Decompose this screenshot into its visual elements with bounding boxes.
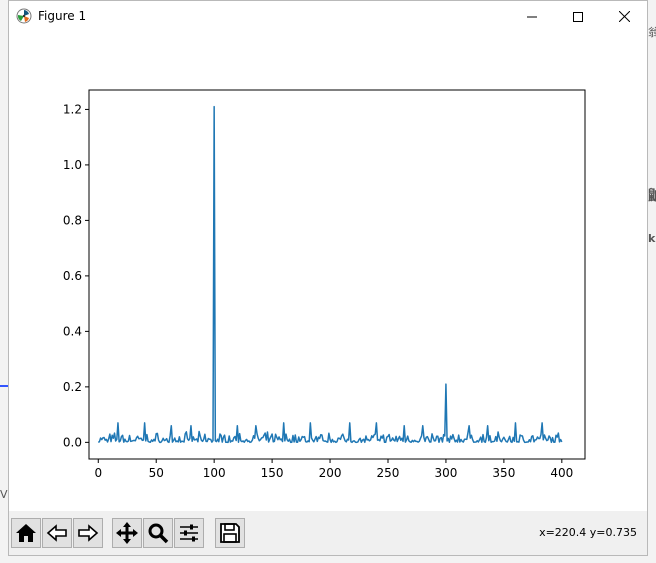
figure-window: Figure 1 0 50 100 150 200 250 300 350 400 0.0 0.2… — [8, 0, 648, 556]
y-tick-label: 0.4 — [63, 324, 82, 338]
x-tick-label: 250 — [377, 466, 400, 480]
background-line — [0, 385, 8, 387]
pan-icon — [116, 522, 138, 544]
background-glyph: 翁 — [648, 26, 656, 39]
line-chart[interactable]: 0 50 100 150 200 250 300 350 400 0.0 0.2 0.4 0.6 0.8… — [9, 32, 647, 511]
x-tick-label: 100 — [203, 466, 226, 480]
y-tick-label: 1.2 — [63, 102, 82, 116]
maximize-icon — [573, 11, 583, 22]
x-tick-label: 200 — [319, 466, 342, 480]
minimize-icon — [527, 16, 537, 17]
close-button[interactable] — [601, 1, 647, 32]
back-button[interactable] — [42, 518, 72, 548]
matplotlib-logo-icon — [16, 8, 32, 24]
x-tick-label: 0 — [94, 466, 102, 480]
x-axis: 0 50 100 150 200 250 300 350 400 — [94, 459, 573, 480]
forward-button[interactable] — [73, 518, 103, 548]
home-icon — [16, 524, 36, 542]
background-glyph: 鼬 — [648, 188, 656, 204]
series-line — [97, 105, 563, 444]
back-arrow-icon — [46, 524, 67, 542]
x-tick-label: 350 — [492, 466, 515, 480]
y-axis: 0.0 0.2 0.4 0.6 0.8 1.0 1.2 — [63, 102, 89, 449]
y-tick-label: 0.0 — [63, 435, 82, 449]
zoom-button[interactable] — [143, 518, 173, 548]
maximize-button[interactable] — [555, 1, 601, 32]
save-button[interactable] — [215, 518, 245, 548]
subplots-icon — [180, 524, 198, 542]
background-glyph: k — [648, 232, 656, 245]
axes-frame — [88, 89, 586, 460]
subplots-button[interactable] — [174, 518, 204, 548]
data-series — [97, 105, 563, 444]
minimize-button[interactable] — [509, 1, 555, 32]
background-glyph: V — [0, 488, 8, 501]
navigation-toolbar: x=220.4 y=0.735 — [9, 511, 647, 555]
save-icon — [220, 523, 240, 543]
cursor-coordinates: x=220.4 y=0.735 — [539, 526, 637, 539]
y-tick-label: 0.8 — [63, 213, 82, 227]
plot-canvas[interactable]: 0 50 100 150 200 250 300 350 400 0.0 0.2 0.4 0.6 0.8… — [9, 32, 647, 511]
x-tick-label: 50 — [149, 466, 164, 480]
zoom-icon — [148, 523, 169, 544]
home-button[interactable] — [11, 518, 41, 548]
title-bar[interactable]: Figure 1 — [9, 1, 647, 32]
forward-arrow-icon — [78, 524, 99, 542]
y-tick-label: 1.0 — [63, 158, 82, 172]
x-tick-label: 300 — [434, 466, 457, 480]
y-tick-label: 0.6 — [63, 269, 82, 283]
close-icon — [618, 11, 630, 22]
x-tick-label: 400 — [550, 466, 573, 480]
y-tick-label: 0.2 — [63, 380, 82, 394]
window-title: Figure 1 — [38, 9, 87, 23]
x-tick-label: 150 — [261, 466, 284, 480]
pan-button[interactable] — [112, 518, 142, 548]
